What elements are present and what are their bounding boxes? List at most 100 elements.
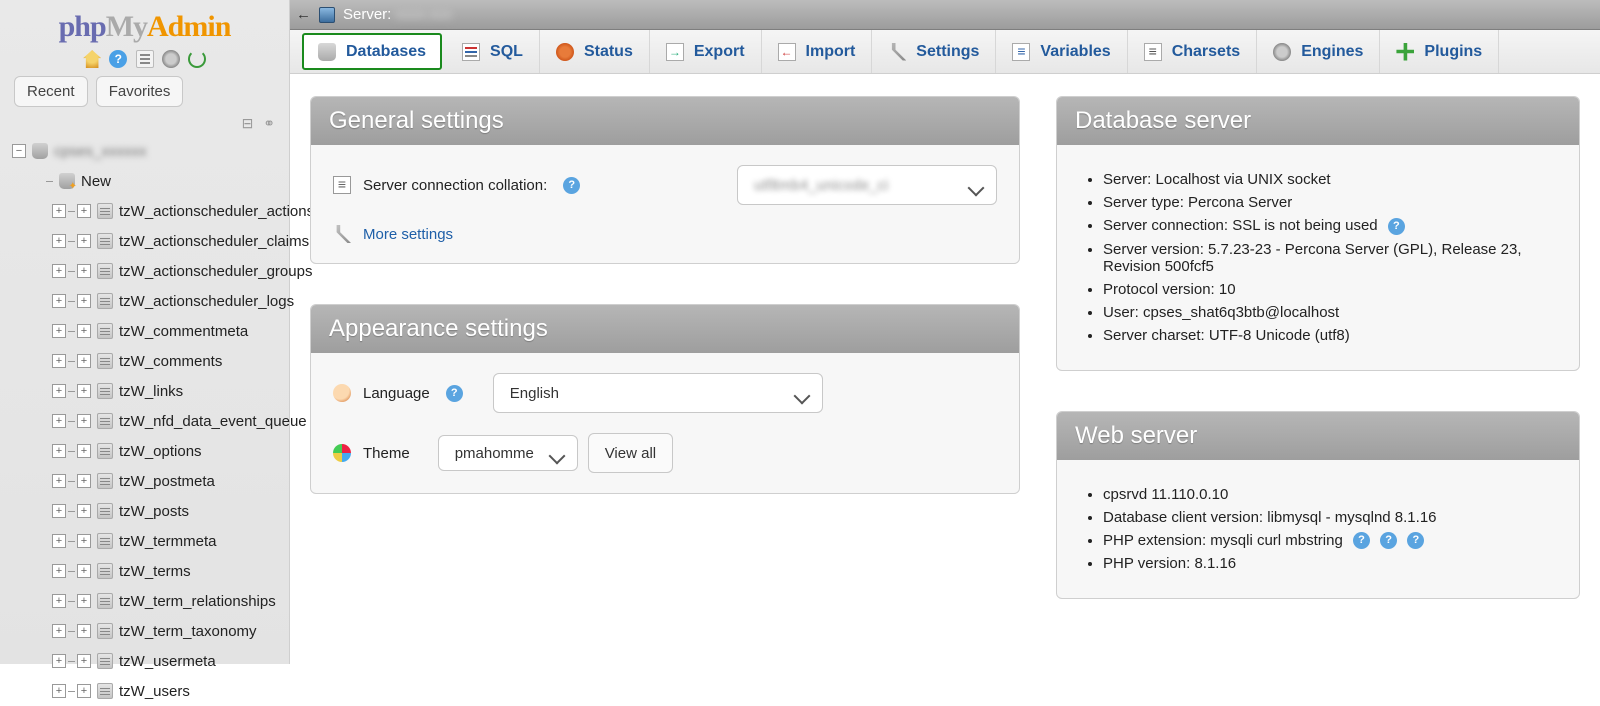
tab-export[interactable]: Export bbox=[650, 30, 762, 73]
tree-table-row[interactable]: ++tzW_nfd_data_event_queue bbox=[20, 406, 289, 436]
back-arrow-icon[interactable]: ← bbox=[296, 6, 311, 23]
table-name: tzW_posts bbox=[119, 503, 189, 520]
plus-icon[interactable]: + bbox=[77, 504, 91, 518]
tree-table-row[interactable]: ++tzW_termmeta bbox=[20, 526, 289, 556]
plus-icon[interactable]: + bbox=[52, 234, 66, 248]
tab-charsets[interactable]: Charsets bbox=[1128, 30, 1257, 73]
plus-icon[interactable]: + bbox=[77, 294, 91, 308]
plus-icon[interactable]: + bbox=[52, 684, 66, 698]
table-icon bbox=[97, 593, 113, 609]
plus-icon[interactable]: + bbox=[77, 624, 91, 638]
minus-icon[interactable]: − bbox=[12, 144, 26, 158]
plus-icon[interactable]: + bbox=[77, 654, 91, 668]
help-icon[interactable] bbox=[1353, 532, 1370, 549]
collapse-all-icon[interactable]: ⊟ bbox=[242, 115, 254, 131]
plus-icon[interactable]: + bbox=[52, 444, 66, 458]
variables-icon bbox=[1012, 43, 1030, 61]
view-all-button[interactable]: View all bbox=[588, 433, 673, 473]
plus-icon[interactable]: + bbox=[52, 564, 66, 578]
plus-icon[interactable]: + bbox=[52, 354, 66, 368]
engines-icon bbox=[1273, 43, 1291, 61]
tree-new-table[interactable]: New bbox=[20, 166, 289, 196]
plus-icon[interactable]: + bbox=[77, 384, 91, 398]
tab-engines[interactable]: Engines bbox=[1257, 30, 1380, 73]
tree-table-row[interactable]: ++tzW_actionscheduler_logs bbox=[20, 286, 289, 316]
plus-icon[interactable]: + bbox=[52, 294, 66, 308]
recent-tab[interactable]: Recent bbox=[14, 76, 88, 107]
list-item: PHP extension: mysqli curl mbstring bbox=[1103, 532, 1557, 550]
plus-icon[interactable]: + bbox=[77, 264, 91, 278]
plus-icon[interactable]: + bbox=[52, 594, 66, 608]
tab-import[interactable]: Import bbox=[762, 30, 873, 73]
tree-table-row[interactable]: ++tzW_users bbox=[20, 676, 289, 706]
help-icon[interactable] bbox=[109, 50, 127, 68]
tree-table-row[interactable]: + + tzW_usermeta bbox=[20, 646, 289, 676]
tree-table-row[interactable]: ++tzW_comments bbox=[20, 346, 289, 376]
breadcrumb-server-value[interactable]: xxxx.xxx bbox=[395, 6, 452, 23]
plus-icon[interactable]: + bbox=[52, 474, 66, 488]
plus-icon[interactable]: + bbox=[52, 654, 66, 668]
plus-icon[interactable]: + bbox=[52, 534, 66, 548]
language-select[interactable]: English bbox=[493, 373, 823, 413]
tree-table-row[interactable]: ++tzW_links bbox=[20, 376, 289, 406]
plus-icon[interactable]: + bbox=[77, 414, 91, 428]
tree-table-row[interactable]: ++tzW_actionscheduler_claims bbox=[20, 226, 289, 256]
help-icon[interactable] bbox=[446, 385, 463, 402]
plus-icon[interactable]: + bbox=[52, 624, 66, 638]
list-item: Protocol version: 10 bbox=[1103, 281, 1557, 298]
favorites-tab[interactable]: Favorites bbox=[96, 76, 184, 107]
table-name: tzW_usermeta bbox=[119, 653, 216, 670]
tree-table-row[interactable]: ++tzW_postmeta bbox=[20, 466, 289, 496]
plus-icon[interactable]: + bbox=[77, 444, 91, 458]
tab-sql[interactable]: SQL bbox=[446, 30, 540, 73]
reload-icon[interactable] bbox=[188, 50, 206, 68]
plus-icon[interactable]: + bbox=[77, 534, 91, 548]
tab-settings[interactable]: Settings bbox=[872, 30, 996, 73]
tree-table-row[interactable]: ++tzW_term_taxonomy bbox=[20, 616, 289, 646]
plus-icon[interactable]: + bbox=[77, 354, 91, 368]
tree-table-row[interactable]: + + tzW_posts bbox=[20, 496, 289, 526]
help-icon[interactable] bbox=[1388, 218, 1405, 235]
breadcrumb-bar: ← Server: xxxx.xxx bbox=[290, 0, 1600, 30]
help-icon[interactable] bbox=[563, 177, 580, 194]
tree-table-row[interactable]: ++tzW_commentmeta bbox=[20, 316, 289, 346]
plus-icon[interactable]: + bbox=[77, 204, 91, 218]
tab-variables[interactable]: Variables bbox=[996, 30, 1127, 73]
tab-plugins[interactable]: Plugins bbox=[1380, 30, 1499, 73]
tree-table-row[interactable]: ++tzW_actionscheduler_actions bbox=[20, 196, 289, 226]
tree-table-row[interactable]: ++tzW_options bbox=[20, 436, 289, 466]
tree-table-row[interactable]: ++tzW_terms bbox=[20, 556, 289, 586]
plus-icon[interactable]: + bbox=[52, 414, 66, 428]
collation-select[interactable]: utf8mb4_unicode_ci bbox=[737, 165, 997, 205]
plus-icon[interactable]: + bbox=[77, 684, 91, 698]
tree-table-row[interactable]: ++tzW_term_relationships bbox=[20, 586, 289, 616]
more-settings-link[interactable]: More settings bbox=[363, 226, 453, 243]
help-icon[interactable] bbox=[1407, 532, 1424, 549]
table-icon bbox=[97, 203, 113, 219]
help-icon[interactable] bbox=[1380, 532, 1397, 549]
tree-table-row[interactable]: ++tzW_actionscheduler_groups bbox=[20, 256, 289, 286]
table-icon bbox=[97, 263, 113, 279]
tree-root-database[interactable]: − cpses_xxxxxx bbox=[12, 136, 289, 166]
plus-icon[interactable]: + bbox=[77, 234, 91, 248]
phpmyadmin-logo[interactable]: phpMyAdmin bbox=[0, 0, 289, 46]
home-icon[interactable] bbox=[83, 50, 101, 68]
docs-icon[interactable] bbox=[136, 50, 154, 68]
plus-icon[interactable]: + bbox=[77, 564, 91, 578]
logo-admin: Admin bbox=[147, 10, 230, 43]
tab-databases[interactable]: Databases bbox=[302, 33, 442, 70]
table-icon bbox=[97, 233, 113, 249]
table-icon bbox=[97, 503, 113, 519]
plus-icon[interactable]: + bbox=[77, 474, 91, 488]
nav-settings-icon[interactable] bbox=[162, 50, 180, 68]
tab-status[interactable]: Status bbox=[540, 30, 650, 73]
plus-icon[interactable]: + bbox=[52, 264, 66, 278]
theme-select[interactable]: pmahomme bbox=[438, 435, 578, 471]
plus-icon[interactable]: + bbox=[77, 324, 91, 338]
plus-icon[interactable]: + bbox=[52, 504, 66, 518]
plus-icon[interactable]: + bbox=[77, 594, 91, 608]
plus-icon[interactable]: + bbox=[52, 384, 66, 398]
plus-icon[interactable]: + bbox=[52, 204, 66, 218]
plus-icon[interactable]: + bbox=[52, 324, 66, 338]
link-icon[interactable]: ⚭ bbox=[263, 115, 275, 131]
